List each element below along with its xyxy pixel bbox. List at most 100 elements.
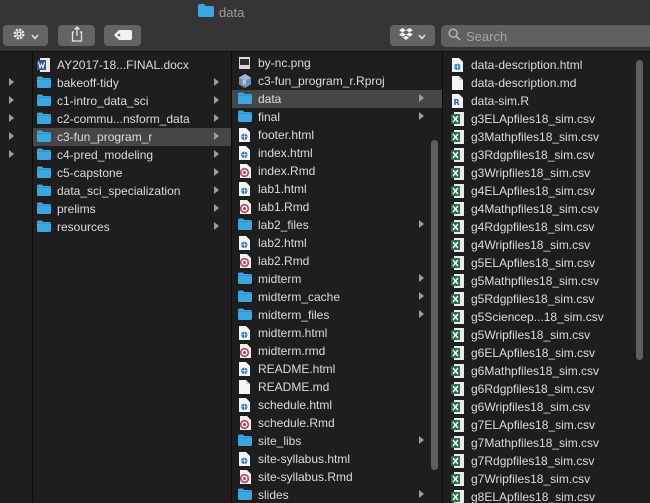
folder-item[interactable]: data_sci_specialization bbox=[33, 182, 231, 200]
file-item[interactable]: g7ELApfiles18_sim.csv bbox=[443, 416, 650, 434]
file-item[interactable]: g5Sciencep...18_sim.csv bbox=[443, 308, 650, 326]
search-field[interactable] bbox=[441, 25, 650, 47]
file-item[interactable]: lab1.Rmd bbox=[232, 198, 442, 216]
parent-folder-item[interactable] bbox=[0, 128, 32, 146]
file-item[interactable]: g5Wripfiles18_sim.csv bbox=[443, 326, 650, 344]
file-item[interactable]: g3Rdgpfiles18_sim.csv bbox=[443, 146, 650, 164]
column-parent[interactable] bbox=[0, 52, 32, 503]
file-item[interactable]: g7Wripfiles18_sim.csv bbox=[443, 470, 650, 488]
item-label: c5-capstone bbox=[57, 166, 123, 180]
file-item[interactable]: README.md bbox=[232, 378, 442, 396]
share-button[interactable] bbox=[58, 25, 95, 46]
item-label: lab2.html bbox=[258, 236, 307, 250]
folder-item[interactable]: resources bbox=[33, 218, 231, 236]
folder-item[interactable]: site_libs bbox=[232, 432, 442, 450]
file-item[interactable]: g6Mathpfiles18_sim.csv bbox=[443, 362, 650, 380]
file-item[interactable]: g5Mathpfiles18_sim.csv bbox=[443, 272, 650, 290]
folder-item[interactable]: lab2_files bbox=[232, 216, 442, 234]
dropbox-menu-button[interactable] bbox=[390, 25, 435, 46]
csv-icon bbox=[451, 220, 465, 234]
folder-item[interactable]: data bbox=[232, 90, 442, 108]
folder-icon bbox=[37, 76, 51, 90]
item-label: README.html bbox=[258, 362, 336, 376]
action-menu-button[interactable] bbox=[3, 25, 48, 46]
file-item[interactable]: g5Rdgpfiles18_sim.csv bbox=[443, 290, 650, 308]
column-data[interactable]: data-description.html data-description.md… bbox=[443, 52, 650, 503]
folder-icon bbox=[238, 218, 252, 232]
file-item[interactable]: data-description.html bbox=[443, 56, 650, 74]
html-icon bbox=[451, 58, 465, 72]
parent-folder-item[interactable] bbox=[0, 92, 32, 110]
column-courses[interactable]: AY2017-18...FINAL.docx bakeoff-tidy c1-int… bbox=[33, 52, 231, 503]
file-item[interactable]: schedule.html bbox=[232, 396, 442, 414]
file-item[interactable]: schedule.Rmd bbox=[232, 414, 442, 432]
file-item[interactable]: footer.html bbox=[232, 126, 442, 144]
file-item[interactable]: site-syllabus.html bbox=[232, 450, 442, 468]
folder-item[interactable]: midterm bbox=[232, 270, 442, 288]
item-label: site-syllabus.Rmd bbox=[258, 470, 353, 484]
folder-item[interactable]: c4-pred_modeling bbox=[33, 146, 231, 164]
search-input[interactable] bbox=[466, 28, 626, 44]
file-item[interactable]: lab2.html bbox=[232, 234, 442, 252]
file-item[interactable]: g6Wripfiles18_sim.csv bbox=[443, 398, 650, 416]
folder-item[interactable]: midterm_cache bbox=[232, 288, 442, 306]
disclosure-arrow-icon bbox=[419, 274, 424, 284]
parent-folder-item[interactable] bbox=[0, 146, 32, 164]
file-item[interactable]: index.Rmd bbox=[232, 162, 442, 180]
file-item[interactable]: g7Mathpfiles18_sim.csv bbox=[443, 434, 650, 452]
file-item[interactable]: g6Rdgpfiles18_sim.csv bbox=[443, 380, 650, 398]
vertical-scrollbar[interactable] bbox=[636, 60, 643, 360]
disclosure-arrow-icon bbox=[9, 78, 14, 88]
disclosure-arrow-icon bbox=[214, 204, 219, 214]
file-item[interactable]: g8ELApfiles18_sim.csv bbox=[443, 488, 650, 503]
file-item[interactable]: g4ELApfiles18_sim.csv bbox=[443, 182, 650, 200]
file-item[interactable]: midterm.html bbox=[232, 324, 442, 342]
file-item[interactable]: lab1.html bbox=[232, 180, 442, 198]
file-item[interactable]: Rdata-sim.R bbox=[443, 92, 650, 110]
file-item[interactable]: data-description.md bbox=[443, 74, 650, 92]
html-icon bbox=[238, 182, 252, 196]
parent-folder-item[interactable] bbox=[0, 74, 32, 92]
file-item[interactable]: g5ELApfiles18_sim.csv bbox=[443, 254, 650, 272]
title-bar: data bbox=[0, 0, 650, 22]
file-item[interactable]: index.html bbox=[232, 144, 442, 162]
parent-folder-item[interactable] bbox=[0, 110, 32, 128]
csv-icon bbox=[451, 400, 465, 414]
word-doc-icon bbox=[37, 58, 51, 72]
tags-button[interactable] bbox=[104, 25, 141, 46]
vertical-scrollbar[interactable] bbox=[431, 140, 438, 470]
file-item[interactable]: Rc3-fun_program_r.Rproj bbox=[232, 72, 442, 90]
folder-item[interactable]: c5-capstone bbox=[33, 164, 231, 182]
file-item[interactable]: site-syllabus.Rmd bbox=[232, 468, 442, 486]
column-c3-fun-program-r[interactable]: by-nc.png Rc3-fun_program_r.Rproj data fina… bbox=[232, 52, 442, 503]
file-item[interactable]: g4Mathpfiles18_sim.csv bbox=[443, 200, 650, 218]
folder-item[interactable]: c1-intro_data_sci bbox=[33, 92, 231, 110]
disclosure-arrow-icon bbox=[9, 114, 14, 124]
folder-item[interactable]: midterm_files bbox=[232, 306, 442, 324]
item-label: schedule.Rmd bbox=[258, 416, 335, 430]
folder-icon bbox=[238, 308, 252, 322]
file-item[interactable]: g3ELApfiles18_sim.csv bbox=[443, 110, 650, 128]
file-item[interactable]: lab2.Rmd bbox=[232, 252, 442, 270]
file-item[interactable]: g4Wripfiles18_sim.csv bbox=[443, 236, 650, 254]
file-item[interactable]: g7Rdgpfiles18_sim.csv bbox=[443, 452, 650, 470]
csv-icon bbox=[451, 346, 465, 360]
folder-item[interactable]: c2-commu...nsform_data bbox=[33, 110, 231, 128]
file-item[interactable]: AY2017-18...FINAL.docx bbox=[33, 56, 231, 74]
file-item[interactable]: g4Rdgpfiles18_sim.csv bbox=[443, 218, 650, 236]
folder-item[interactable]: slides bbox=[232, 486, 442, 503]
file-item[interactable]: midterm.rmd bbox=[232, 342, 442, 360]
folder-item[interactable]: bakeoff-tidy bbox=[33, 74, 231, 92]
file-item[interactable]: g6ELApfiles18_sim.csv bbox=[443, 344, 650, 362]
folder-item[interactable]: c3-fun_program_r bbox=[33, 128, 231, 146]
folder-item[interactable]: prelims bbox=[33, 200, 231, 218]
file-item[interactable]: g3Mathpfiles18_sim.csv bbox=[443, 128, 650, 146]
disclosure-arrow-icon bbox=[419, 112, 424, 122]
item-label: g7Rdgpfiles18_sim.csv bbox=[471, 454, 595, 468]
item-label: g6Wripfiles18_sim.csv bbox=[471, 400, 591, 414]
file-item[interactable]: by-nc.png bbox=[232, 54, 442, 72]
tag-icon bbox=[113, 29, 132, 43]
folder-item[interactable]: final bbox=[232, 108, 442, 126]
file-item[interactable]: README.html bbox=[232, 360, 442, 378]
file-item[interactable]: g3Wripfiles18_sim.csv bbox=[443, 164, 650, 182]
